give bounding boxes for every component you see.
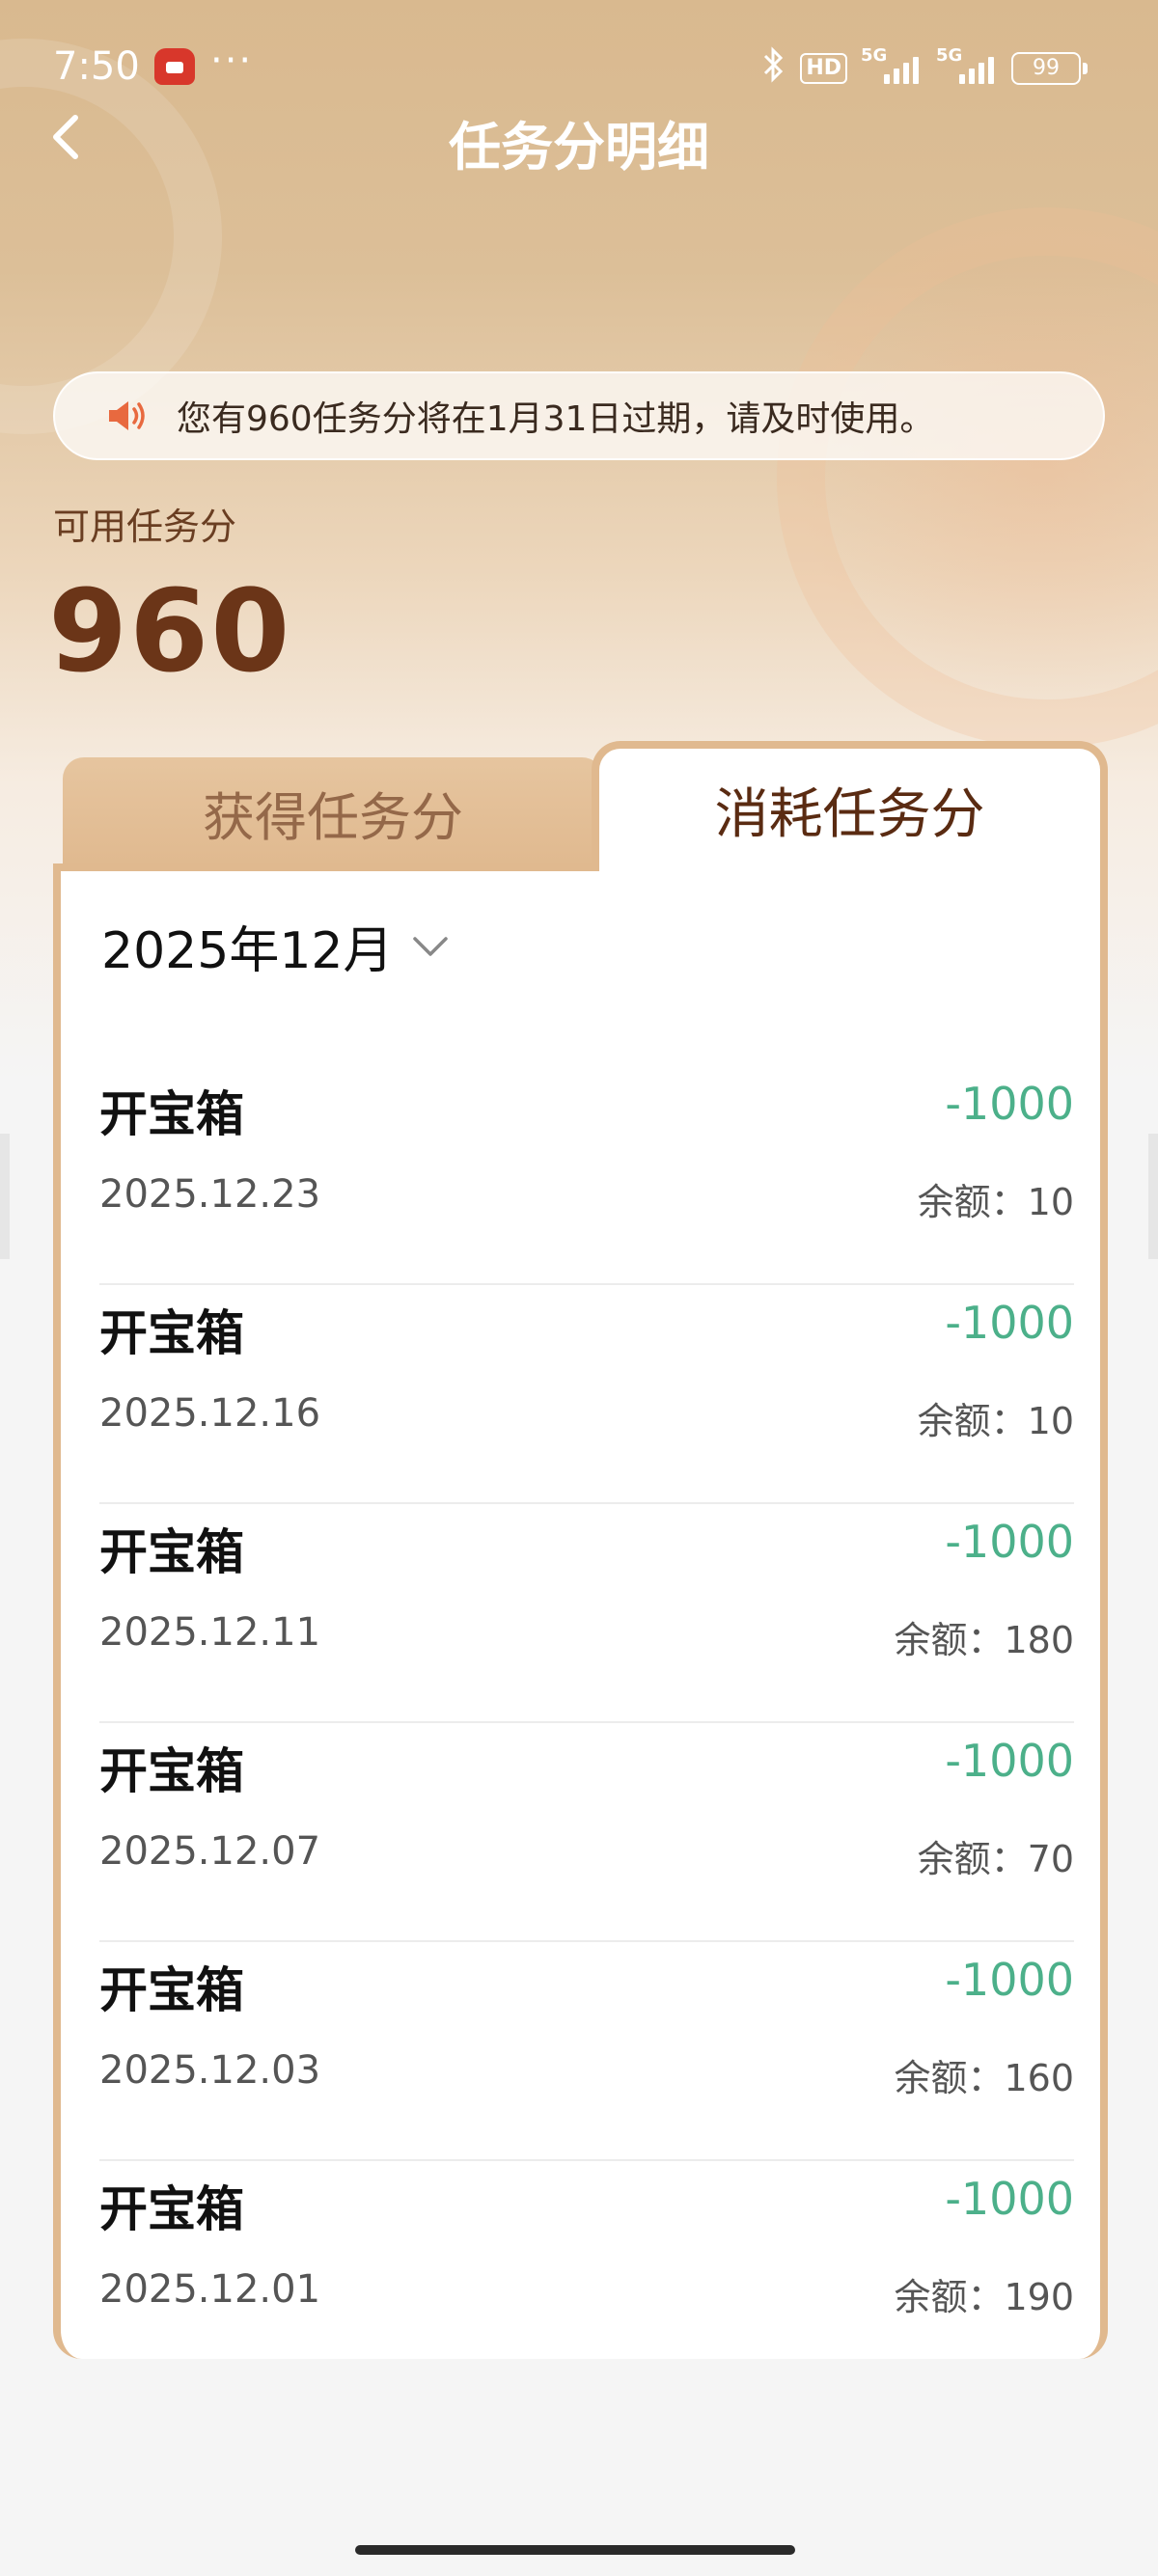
battery-indicator: 99 [1011, 52, 1088, 85]
notice-text: 您有960任务分将在1月31日过期，请及时使用。 [177, 399, 935, 439]
tab-earn-points[interactable]: 获得任务分 [63, 757, 603, 868]
record-balance: 余额：10 [917, 1181, 1074, 1223]
record-title: 开宝箱 [99, 1524, 244, 1580]
balance-label: 可用任务分 [53, 506, 237, 548]
app-notification-icon [154, 48, 195, 85]
record-title: 开宝箱 [99, 1962, 244, 2018]
record-balance: 余额：10 [917, 1400, 1074, 1442]
edge-shadow-right [1148, 1134, 1158, 1259]
speaker-icon [109, 401, 145, 430]
list-item[interactable]: 开宝箱 2025.12.11 -1000 余额：180 [99, 1504, 1074, 1723]
month-label: 2025年12月 [101, 922, 394, 980]
status-time: 7:50 [53, 44, 140, 89]
record-balance: 余额：160 [894, 2057, 1074, 2099]
record-date: 2025.12.23 [99, 1172, 321, 1217]
signal-icon-2: 5G [936, 45, 998, 88]
list-item[interactable]: 开宝箱 2025.12.03 -1000 余额：160 [99, 1942, 1074, 2161]
tab-spend-points[interactable]: 消耗任务分 [592, 741, 1108, 871]
record-title: 开宝箱 [99, 2181, 244, 2237]
signal-icon-1: 5G [861, 45, 923, 88]
records-list: 开宝箱 2025.12.23 -1000 余额：10 开宝箱 2025.12.1… [99, 1066, 1074, 2380]
record-balance: 余额：180 [894, 1619, 1074, 1661]
edge-shadow-left [0, 1134, 10, 1259]
expiry-notice[interactable]: 您有960任务分将在1月31日过期，请及时使用。 [53, 371, 1105, 460]
more-notifications-icon: ··· [210, 39, 254, 83]
home-indicator[interactable] [355, 2545, 795, 2555]
decor-ring-right [777, 207, 1158, 748]
hd-badge: HD [800, 53, 847, 84]
record-balance: 余额：70 [917, 1838, 1074, 1880]
record-date: 2025.12.16 [99, 1391, 321, 1436]
record-amount: -1000 [945, 1516, 1074, 1568]
record-amount: -1000 [945, 1735, 1074, 1787]
bluetooth-icon [761, 45, 786, 93]
record-amount: -1000 [945, 2173, 1074, 2225]
record-title: 开宝箱 [99, 1743, 244, 1799]
record-date: 2025.12.03 [99, 2048, 321, 2093]
record-title: 开宝箱 [99, 1086, 244, 1142]
record-amount: -1000 [945, 1078, 1074, 1130]
record-date: 2025.12.07 [99, 1829, 321, 1874]
record-title: 开宝箱 [99, 1305, 244, 1361]
list-item[interactable]: 开宝箱 2025.12.16 -1000 余额：10 [99, 1285, 1074, 1504]
balance-value: 960 [48, 564, 292, 698]
record-date: 2025.12.01 [99, 2267, 321, 2312]
record-balance: 余额：190 [894, 2276, 1074, 2318]
record-amount: -1000 [945, 1954, 1074, 2006]
record-date: 2025.12.11 [99, 1610, 321, 1655]
page-title: 任务分明细 [449, 117, 709, 178]
month-selector[interactable]: 2025年12月 [101, 910, 450, 982]
records-card: 2025年12月 开宝箱 2025.12.23 -1000 余额：10 开宝箱 … [53, 863, 1108, 2359]
list-item[interactable]: 开宝箱 2025.12.23 -1000 余额：10 [99, 1066, 1074, 1285]
record-amount: -1000 [945, 1297, 1074, 1349]
chevron-down-icon [412, 936, 448, 956]
status-icons: HD 5G 5G 99 [761, 45, 1088, 89]
list-item[interactable]: 开宝箱 2025.12.07 -1000 余额：70 [99, 1723, 1074, 1942]
list-item[interactable]: 开宝箱 2025.12.01 -1000 余额：190 [99, 2161, 1074, 2380]
